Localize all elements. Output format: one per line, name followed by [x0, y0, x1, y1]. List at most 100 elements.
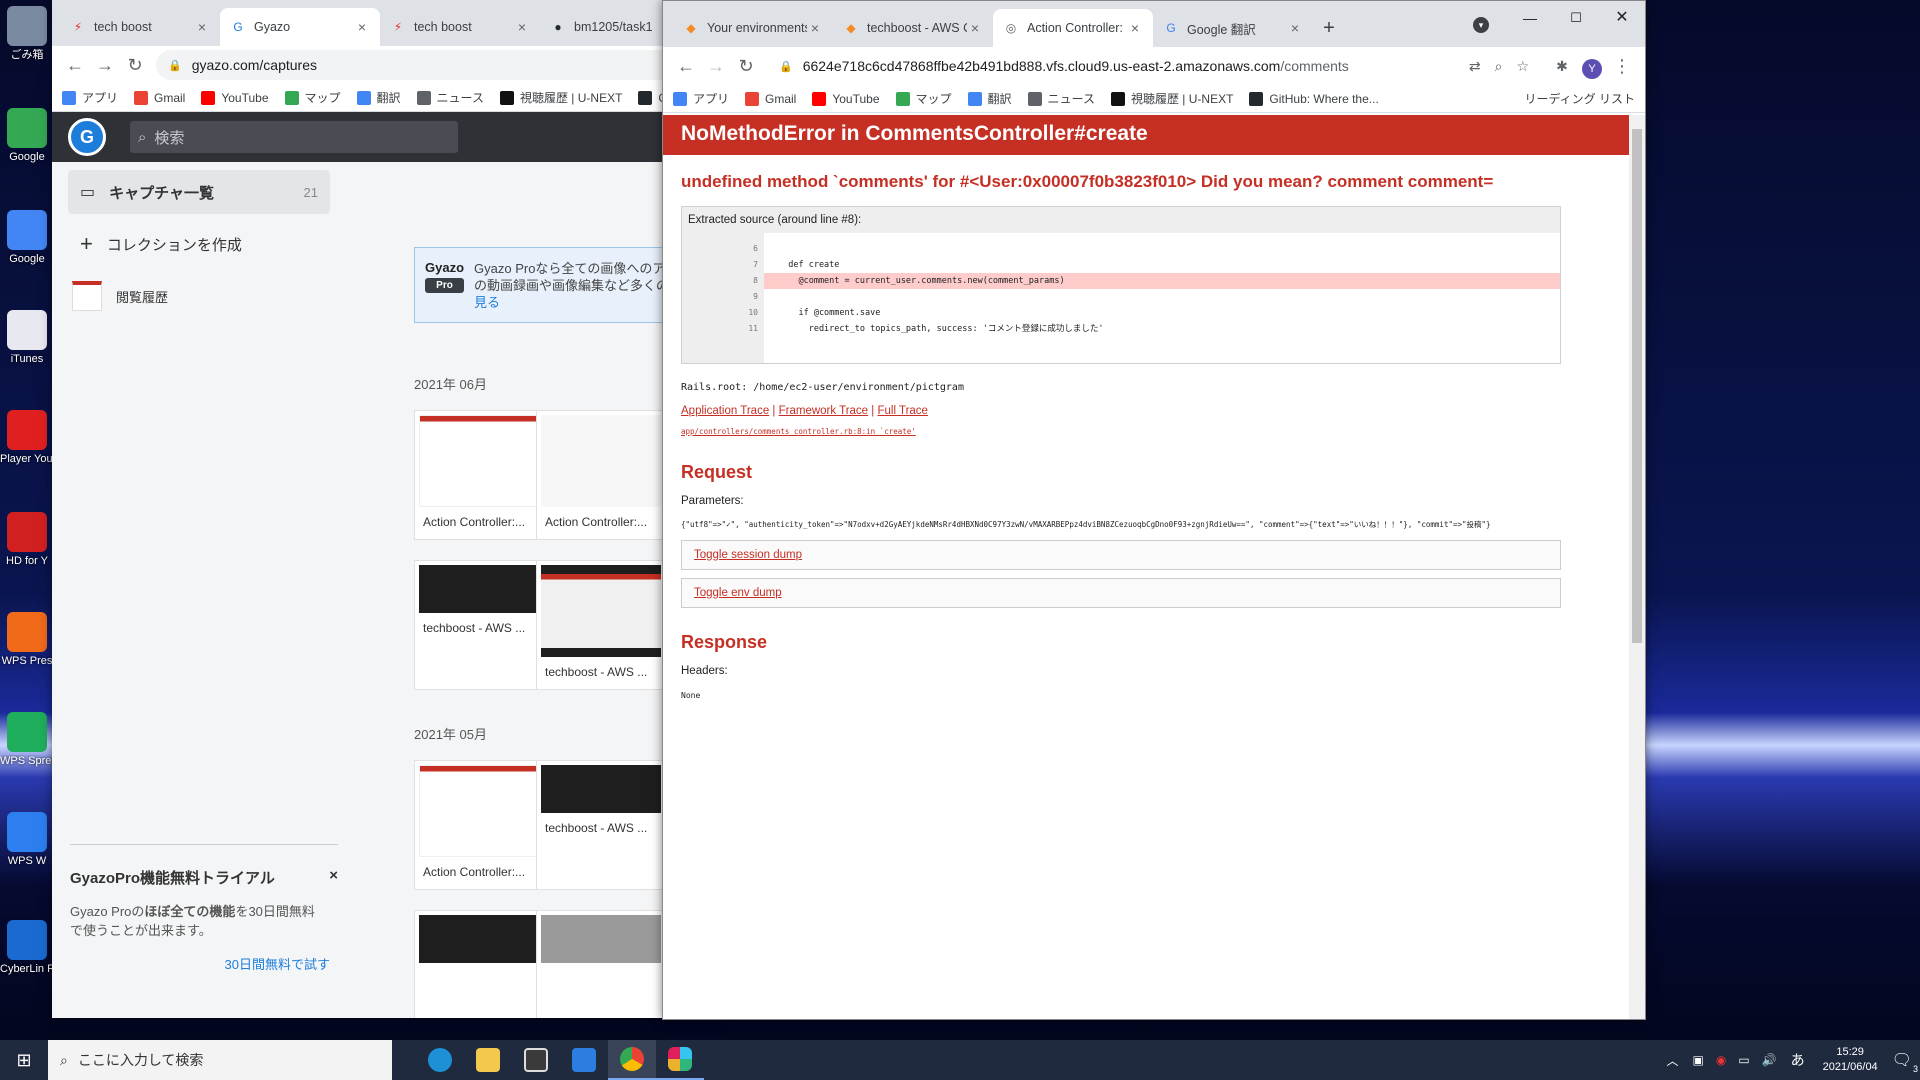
address-bar[interactable]: 🔒 gyazo.com/captures: [156, 50, 708, 80]
reading-list-button[interactable]: リーディング リスト: [1525, 90, 1636, 107]
highlighted-code-line: @comment = current_user.comments.new(com…: [764, 273, 1560, 289]
profile-avatar[interactable]: Y: [1577, 51, 1607, 81]
desktop-icon[interactable]: HD for Y: [0, 512, 54, 568]
desktop-icon[interactable]: WPS Sprea: [0, 712, 54, 768]
sidebar-item-history[interactable]: 閲覧履歴: [68, 274, 330, 318]
browser-tab[interactable]: ◎ Action Controller: Ex×: [993, 9, 1153, 47]
address-bar[interactable]: 🔒 6624e718c6cd47868ffbe42b491bd888.vfs.c…: [767, 51, 1541, 81]
desktop-icon[interactable]: WPS Pres: [0, 612, 54, 668]
file-explorer-icon[interactable]: [464, 1040, 512, 1080]
sidebar-item-create-collection[interactable]: + コレクションを作成: [68, 222, 330, 266]
bookmark-item[interactable]: Gmail: [134, 90, 185, 105]
tab-close-icon[interactable]: ×: [354, 19, 370, 35]
capture-card[interactable]: Action Controller:...: [414, 760, 544, 890]
full-trace-link[interactable]: Full Trace: [877, 405, 928, 417]
capture-card[interactable]: Action Controller:...: [414, 410, 544, 540]
network-icon[interactable]: ▭: [1738, 1053, 1749, 1067]
bookmark-item[interactable]: Gmail: [745, 91, 796, 106]
tab-close-icon[interactable]: ×: [1127, 20, 1143, 36]
capture-card[interactable]: techboost - AWS ...: [414, 560, 544, 690]
extensions-icon[interactable]: ✱: [1547, 51, 1577, 81]
bookmark-item[interactable]: ニュース: [1027, 90, 1095, 107]
gyazo-search-input[interactable]: ⌕ 検索: [130, 121, 458, 153]
browser-tab[interactable]: G Gyazo ×: [220, 8, 380, 46]
forward-icon[interactable]: →: [90, 50, 120, 80]
tray-app-icon[interactable]: ▣: [1693, 1053, 1704, 1067]
trial-cta-link[interactable]: 30日間無料で試す: [70, 954, 338, 973]
windows-start-icon[interactable]: ⊞: [0, 1050, 48, 1071]
back-icon[interactable]: ←: [60, 50, 90, 80]
application-trace-link[interactable]: Application Trace: [681, 405, 769, 417]
bookmark-item[interactable]: ニュース: [416, 89, 484, 106]
browser-tab[interactable]: ◆ techboost - AWS Clo×: [833, 9, 993, 47]
capture-card[interactable]: [536, 910, 666, 1018]
minimize-button[interactable]: —: [1507, 1, 1553, 35]
bookmark-item[interactable]: マップ: [284, 89, 341, 106]
browser-tab[interactable]: ⚡ tech boost ×: [380, 8, 540, 46]
bookmark-item[interactable]: アプリ: [62, 89, 118, 106]
bookmark-item[interactable]: 翻訳: [356, 89, 401, 106]
translate-icon[interactable]: ⇄: [1469, 58, 1481, 75]
bookmark-item[interactable]: 翻訳: [967, 90, 1012, 107]
desktop-icon[interactable]: Google: [0, 210, 54, 266]
capture-card[interactable]: techboost - AWS ...: [536, 560, 666, 690]
antivirus-icon[interactable]: ◉: [1716, 1053, 1726, 1067]
clock[interactable]: 15:29 2021/06/04: [1823, 1045, 1878, 1075]
sidebar-item-captures[interactable]: ▭ キャプチャ一覧 21: [68, 170, 330, 214]
close-window-button[interactable]: ✕: [1599, 1, 1645, 35]
notification-icon[interactable]: 🗨 3: [1892, 1050, 1918, 1074]
chrome-icon[interactable]: [608, 1040, 656, 1080]
bookmark-item[interactable]: 視聴履歴 | U-NEXT: [499, 89, 622, 106]
forward-icon[interactable]: →: [701, 51, 731, 81]
browser-tab[interactable]: ⚡ tech boost ×: [60, 8, 220, 46]
reload-icon[interactable]: ↻: [120, 50, 150, 80]
bookmark-item[interactable]: マップ: [895, 90, 952, 107]
bookmark-item[interactable]: YouTube: [201, 90, 269, 105]
reload-icon[interactable]: ↻: [731, 51, 761, 81]
edge-icon[interactable]: [416, 1040, 464, 1080]
taskbar-search-input[interactable]: ⌕ ここに入力して検索: [48, 1040, 392, 1080]
zoom-icon[interactable]: ⌕: [1495, 58, 1503, 75]
gyazo-logo[interactable]: G: [68, 118, 106, 156]
scrollbar-thumb[interactable]: [1632, 129, 1642, 643]
ime-indicator[interactable]: あ: [1791, 1050, 1805, 1070]
bookmark-item[interactable]: アプリ: [673, 90, 729, 107]
mail-icon[interactable]: [560, 1040, 608, 1080]
desktop-icon[interactable]: Google: [0, 108, 54, 164]
tab-close-icon[interactable]: ×: [967, 20, 983, 36]
trace-line[interactable]: app/controllers/comments_controller.rb:8…: [681, 427, 1611, 436]
bookmark-item[interactable]: GitHub: Where the...: [1249, 91, 1379, 106]
close-icon[interactable]: ×: [329, 867, 338, 888]
desktop-icon[interactable]: iTunes: [0, 310, 54, 366]
tab-search-icon[interactable]: ▾: [1473, 17, 1489, 33]
desktop-icon[interactable]: ごみ箱: [0, 6, 54, 62]
capture-card[interactable]: [414, 910, 544, 1018]
chevron-up-icon[interactable]: ︿: [1666, 1052, 1678, 1069]
volume-icon[interactable]: 🔊: [1762, 1053, 1777, 1067]
browser-tab[interactable]: ◆ Your environments ×: [673, 9, 833, 47]
maximize-button[interactable]: ☐: [1553, 1, 1599, 35]
toggle-env-dump[interactable]: Toggle env dump: [681, 578, 1561, 608]
toggle-session-dump[interactable]: Toggle session dump: [681, 540, 1561, 570]
tab-close-icon[interactable]: ×: [807, 20, 823, 36]
tab-close-icon[interactable]: ×: [1287, 20, 1303, 36]
desktop-icon[interactable]: CyberLin Recor: [0, 920, 54, 976]
tab-close-icon[interactable]: ×: [194, 19, 210, 35]
browser-tab[interactable]: G Google 翻訳 ×: [1153, 9, 1313, 47]
page-scrollbar[interactable]: [1629, 115, 1645, 1019]
capture-card[interactable]: Action Controller:...: [536, 410, 666, 540]
pro-banner-link[interactable]: 見る: [474, 294, 682, 311]
framework-trace-link[interactable]: Framework Trace: [779, 405, 868, 417]
tab-close-icon[interactable]: ×: [514, 19, 530, 35]
new-tab-button[interactable]: +: [1313, 9, 1345, 47]
bookmark-item[interactable]: YouTube: [812, 91, 880, 106]
bookmark-item[interactable]: 視聴履歴 | U-NEXT: [1110, 90, 1233, 107]
desktop-icon[interactable]: Player YouTube: [0, 410, 54, 466]
menu-icon[interactable]: ⋮: [1607, 51, 1637, 81]
store-icon[interactable]: [512, 1040, 560, 1080]
back-icon[interactable]: ←: [671, 51, 701, 81]
desktop-icon[interactable]: WPS W: [0, 812, 54, 868]
bookmark-star-icon[interactable]: ☆: [1516, 58, 1529, 75]
capture-card[interactable]: techboost - AWS ...: [536, 760, 666, 890]
slack-icon[interactable]: [656, 1040, 704, 1080]
